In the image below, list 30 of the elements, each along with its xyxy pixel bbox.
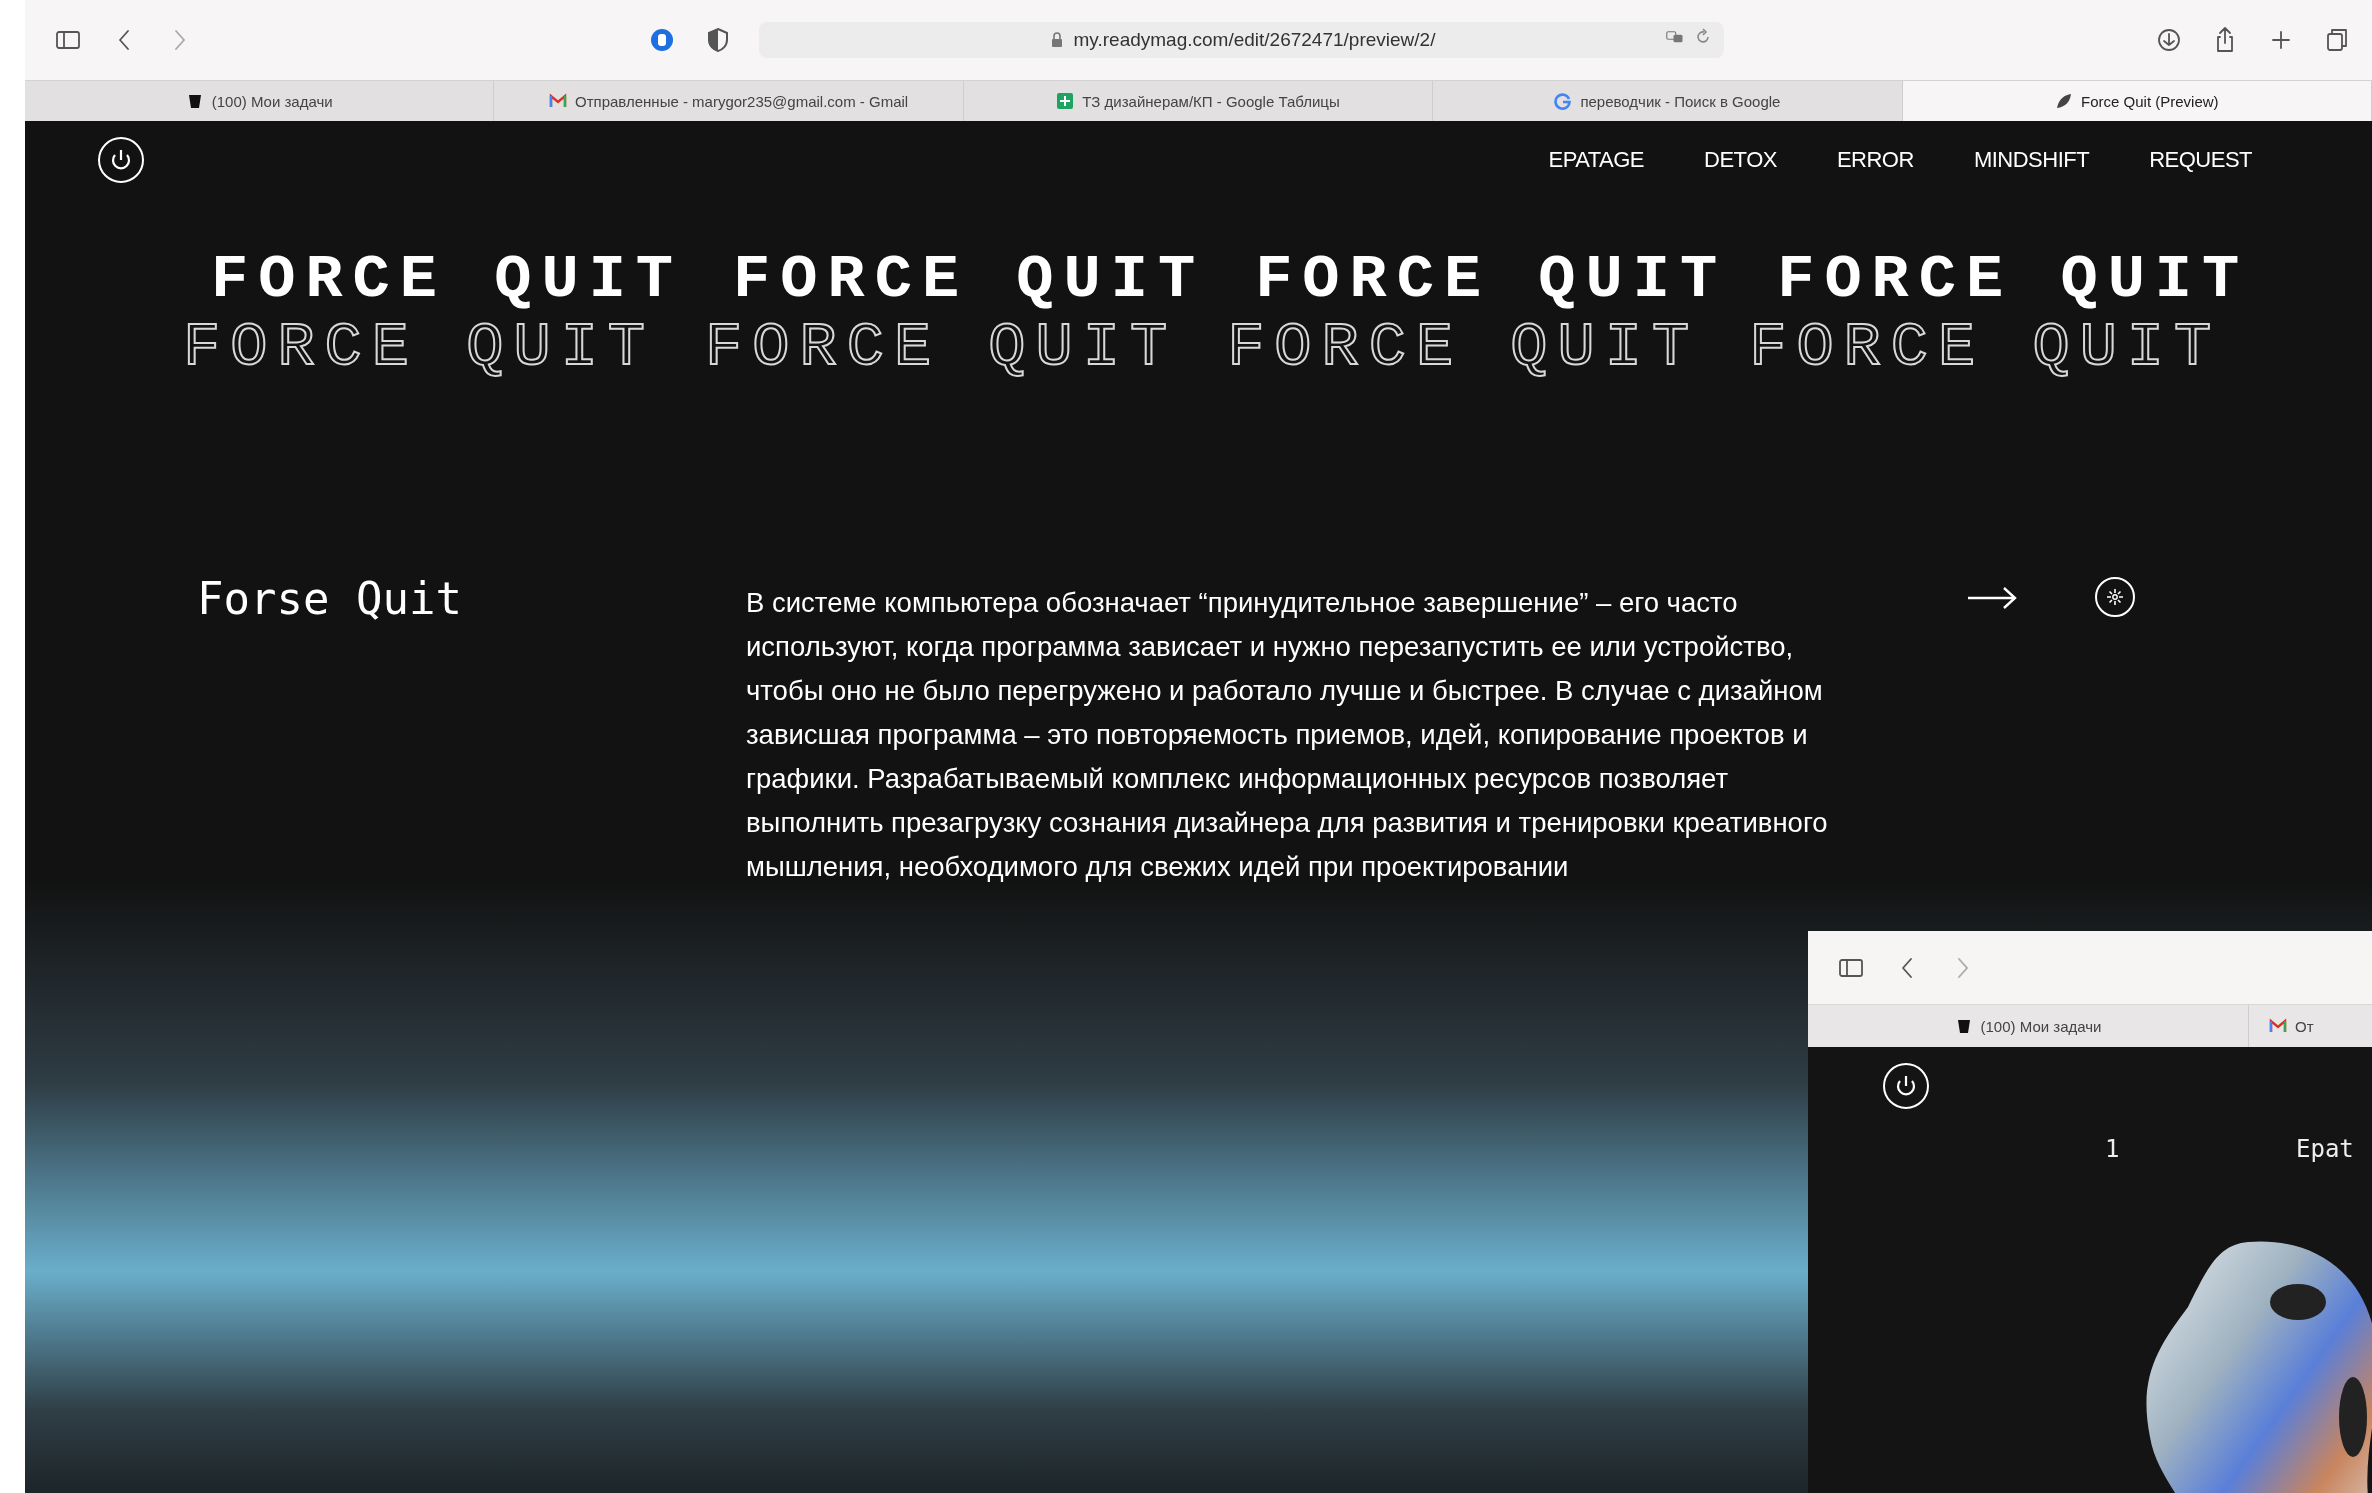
outline-marquee-title: FORCE QUIT xyxy=(1227,315,1700,381)
browser-tab[interactable]: От xyxy=(2249,1005,2314,1047)
marquee-title: FORCE QUIT xyxy=(1255,247,1728,313)
description-paragraph: В системе компьютера обозначает “принудительное завершение” – его часто используют, когда программа зависает и нужно перезапустить ее или устройство, чтобы оно не было перегружено и работало лучше и быстрее. В случае с дизайном зависшая программа – это повторяемость приемов, идей, копирование проектов и графики. Разрабатываемый комплекс информационных ресурсов позволяет выполнить презагрузку сознания дизайнера для развития и тренировки креативного мышления, необходимого для свежих идей при проектировании xyxy=(746,586,1829,884)
letter-g-icon xyxy=(1554,92,1573,110)
mail-icon xyxy=(2269,1017,2287,1035)
nav-link[interactable]: EPATAGE xyxy=(1548,147,1645,173)
outline-marquee-title: FORCE QUIT xyxy=(705,315,1178,381)
marquee-title: FORCE QUIT xyxy=(733,247,1206,313)
nav-link[interactable]: DETOX xyxy=(1704,147,1777,173)
nav-link[interactable]: MINDSHIFT xyxy=(1973,147,2090,173)
mail-icon xyxy=(549,92,567,110)
spreadsheet-icon xyxy=(1056,92,1075,110)
power-icon[interactable] xyxy=(1882,1062,1930,1110)
marquee-title: FORCE QUIT xyxy=(211,247,684,313)
leaf-icon xyxy=(2055,92,2074,110)
nav-link[interactable]: REQUEST xyxy=(2149,147,2252,173)
reload-icon[interactable] xyxy=(1694,28,1712,46)
power-icon[interactable] xyxy=(97,136,145,184)
url-text: my.readymag.com/edit/2672471/preview/2/ xyxy=(1073,29,1436,51)
nav-link[interactable]: ERROR xyxy=(1836,147,1914,173)
number-label: 1 xyxy=(2105,1135,2120,1163)
nav-link[interactable]: Epat xyxy=(2296,1135,2354,1163)
marquee-title: FORCE QUIT xyxy=(1777,247,2250,313)
section-heading: Forse Quit xyxy=(197,573,463,626)
browser-tab[interactable]: Force Quit (Preview) xyxy=(1902,81,2372,121)
sun-circle-icon[interactable] xyxy=(2094,576,2136,618)
outline-marquee-title: FORCE QUIT xyxy=(183,315,656,381)
address-bar[interactable]: my.readymag.com/edit/2672471/preview/2/ xyxy=(759,22,1724,58)
outline-marquee-title: FORCE QUIT xyxy=(1749,315,2222,381)
